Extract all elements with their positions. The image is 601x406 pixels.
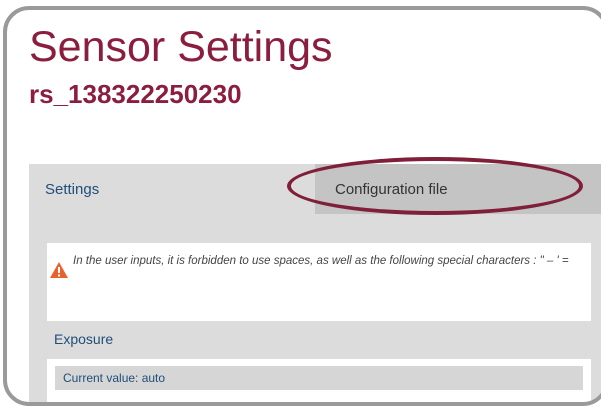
screenshot-frame: Sensor Settings rs_138322250230 Settings… bbox=[3, 6, 601, 406]
warning-triangle-icon bbox=[49, 261, 69, 279]
tab-settings[interactable]: Settings bbox=[29, 164, 315, 214]
settings-panel: Settings Configuration file In the user … bbox=[29, 164, 601, 402]
warning-message: In the user inputs, it is forbidden to u… bbox=[47, 243, 591, 321]
tab-configuration-file[interactable]: Configuration file bbox=[315, 164, 601, 214]
page-title: Sensor Settings bbox=[29, 23, 333, 71]
warning-text: In the user inputs, it is forbidden to u… bbox=[73, 255, 569, 267]
sensor-id: rs_138322250230 bbox=[29, 79, 242, 109]
exposure-section: Current value: auto bbox=[47, 359, 591, 402]
exposure-current-value: Current value: auto bbox=[55, 366, 583, 390]
exposure-section-title: Exposure bbox=[54, 331, 114, 347]
